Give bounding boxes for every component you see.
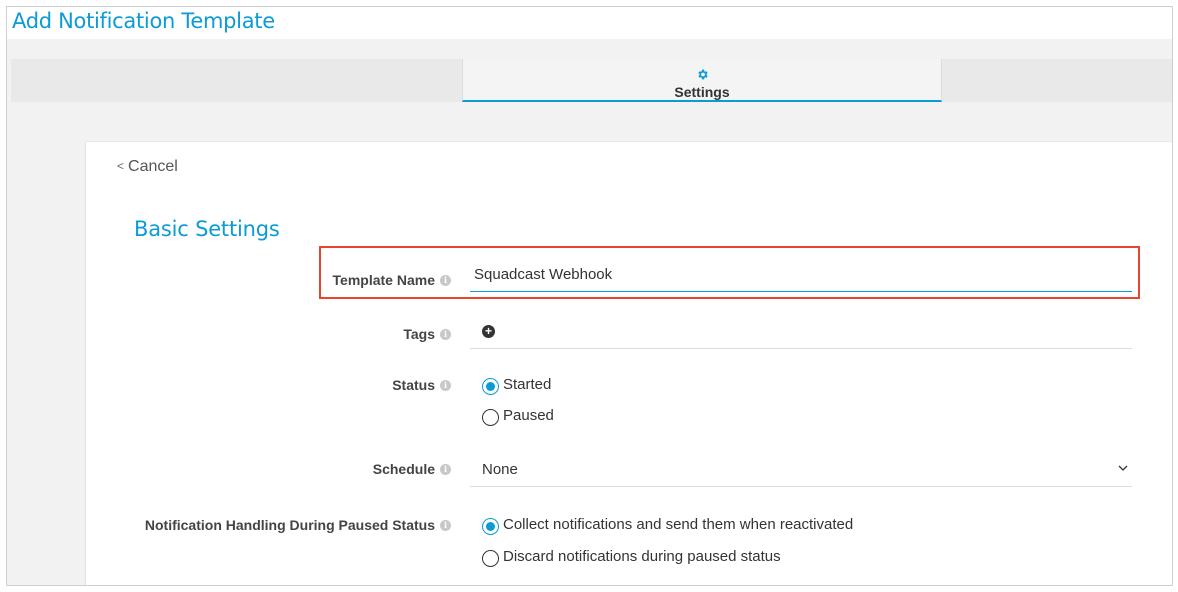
- title-bar: Add Notification Template: [7, 7, 1172, 39]
- chevron-down-icon: [1118, 465, 1128, 471]
- discard-notifications-label: Discard notifications during paused stat…: [503, 548, 781, 565]
- radio-checked-icon: [482, 378, 499, 395]
- collect-notifications-radio[interactable]: Collect notifications and send them when…: [482, 514, 853, 535]
- info-icon: i: [440, 463, 451, 475]
- template-name-input[interactable]: [470, 258, 1132, 292]
- info-icon: i: [440, 274, 451, 286]
- status-started-radio[interactable]: Started: [482, 374, 551, 395]
- tab-settings[interactable]: Settings: [462, 59, 942, 102]
- info-icon: i: [440, 328, 451, 340]
- template-name-label-text: Template Name: [332, 272, 435, 288]
- collect-notifications-label: Collect notifications and send them when…: [503, 516, 854, 533]
- status-paused-label: Paused: [503, 407, 554, 424]
- cancel-label: Cancel: [128, 158, 178, 175]
- template-name-label: Template Name i: [333, 272, 451, 288]
- schedule-select[interactable]: None: [470, 451, 1132, 487]
- app-window: Add Notification Template Settings < Can…: [6, 6, 1173, 586]
- tab-settings-label: Settings: [674, 84, 730, 100]
- paused-handling-label: Notification Handling During Paused Stat…: [145, 517, 451, 533]
- section-title: Basic Settings: [134, 217, 280, 241]
- radio-unchecked-icon: [482, 550, 499, 567]
- info-icon: i: [440, 519, 451, 531]
- gear-icon: [698, 69, 708, 80]
- radio-checked-icon: [482, 518, 499, 535]
- radio-unchecked-icon: [482, 409, 499, 426]
- discard-notifications-radio[interactable]: Discard notifications during paused stat…: [482, 546, 781, 567]
- chevron-left-icon: <: [117, 158, 125, 173]
- cancel-link[interactable]: < Cancel: [117, 158, 178, 176]
- status-label: Status i: [392, 377, 451, 393]
- tab-bar: Settings: [11, 59, 1172, 102]
- tags-label: Tags i: [403, 326, 451, 342]
- status-paused-radio[interactable]: Paused: [482, 405, 554, 426]
- status-started-label: Started: [503, 376, 552, 393]
- info-icon: i: [440, 379, 451, 391]
- schedule-label: Schedule i: [373, 461, 451, 477]
- tags-underline: [470, 348, 1132, 349]
- add-tag-icon[interactable]: +: [482, 325, 495, 338]
- schedule-label-text: Schedule: [372, 461, 435, 477]
- settings-panel: < Cancel Basic Settings Template Name i …: [85, 141, 1172, 585]
- tags-label-text: Tags: [403, 326, 435, 342]
- paused-handling-label-text: Notification Handling During Paused Stat…: [144, 517, 435, 533]
- schedule-value: None: [482, 461, 518, 478]
- page-title: Add Notification Template: [12, 9, 275, 33]
- status-label-text: Status: [392, 377, 435, 393]
